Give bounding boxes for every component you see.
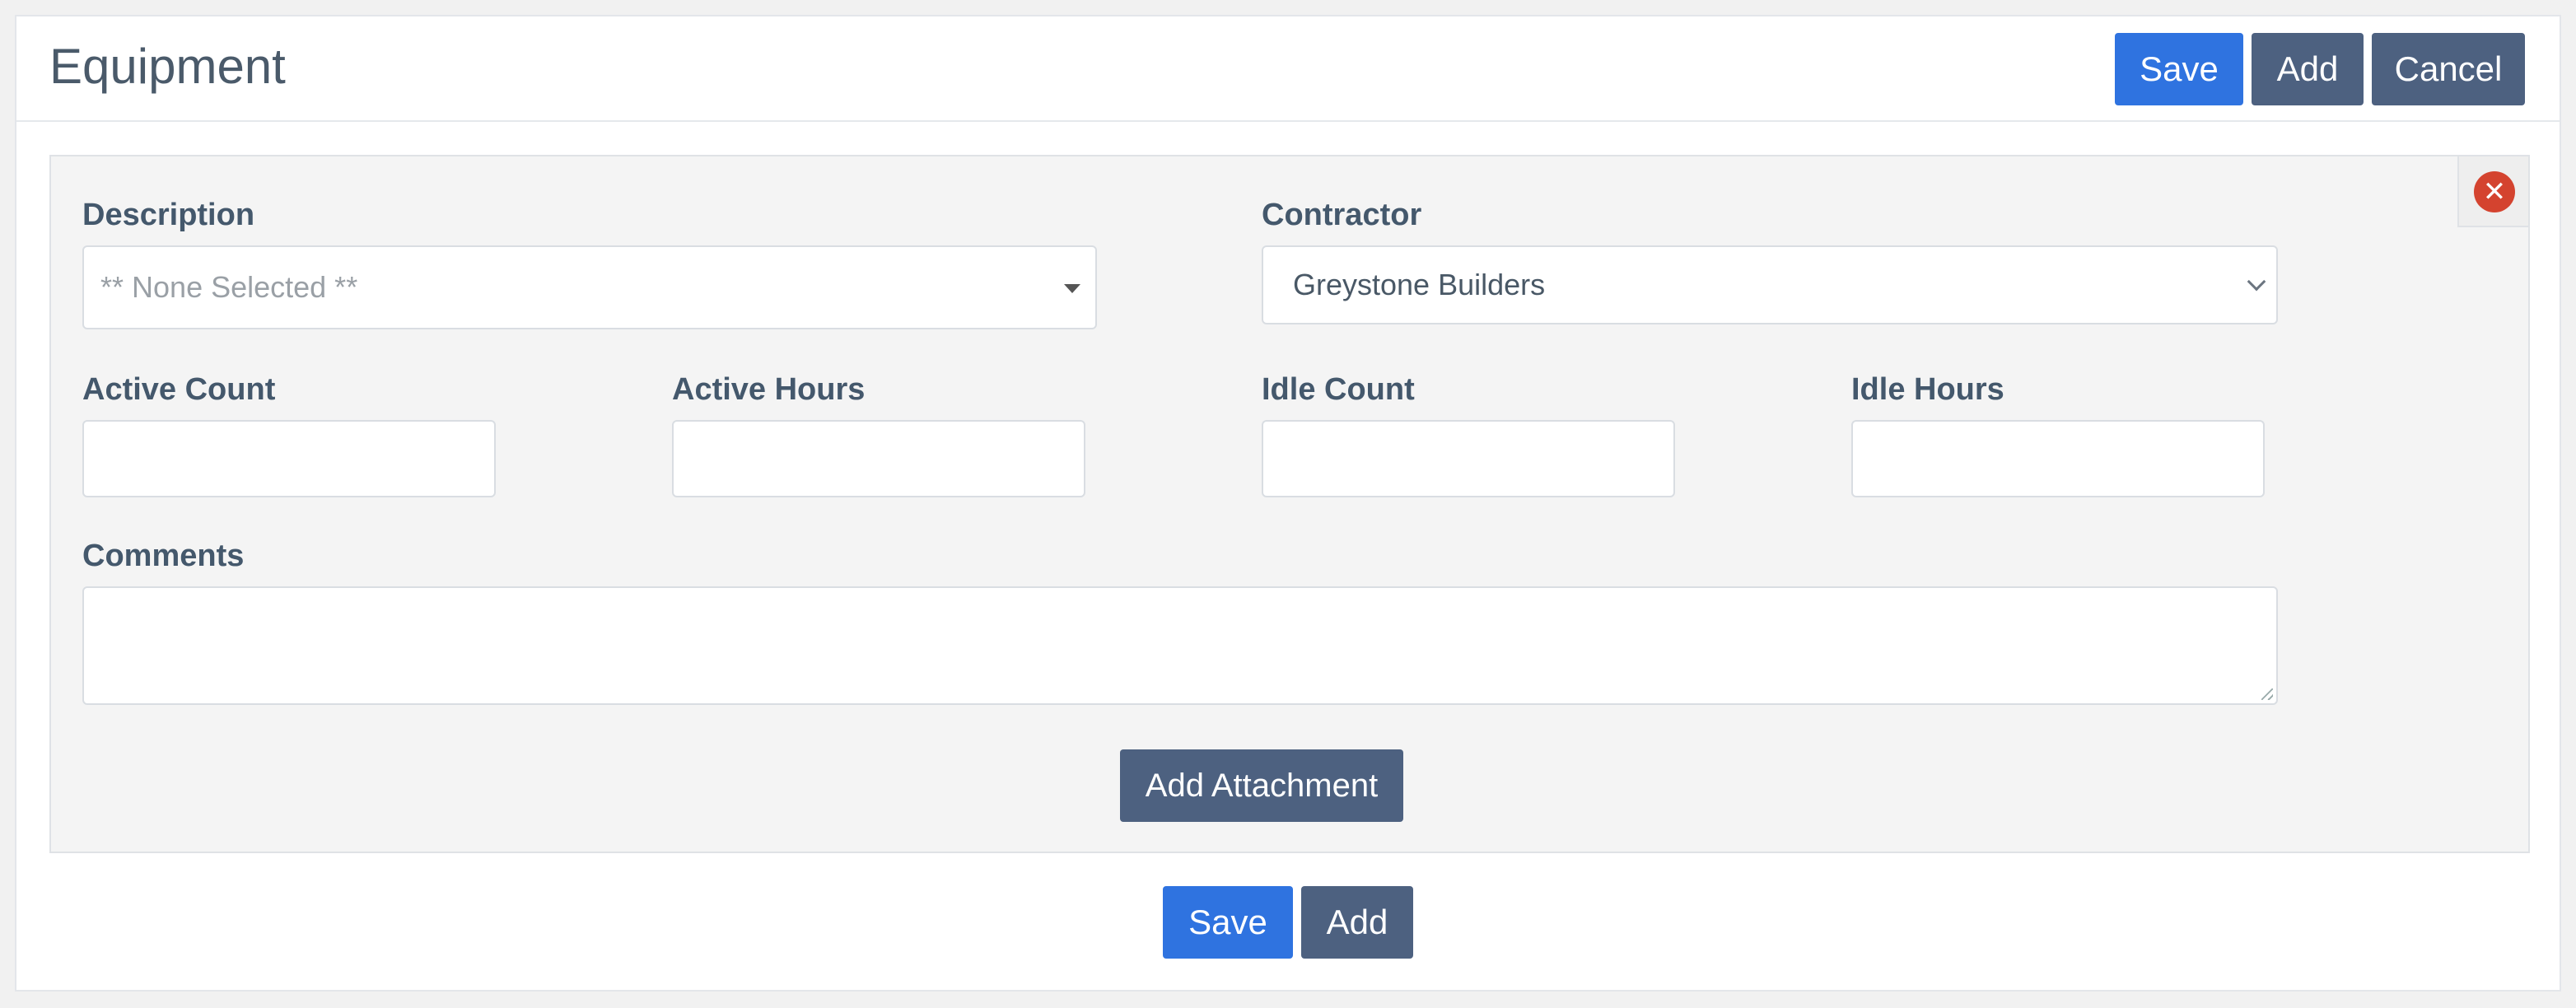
comments-label: Comments bbox=[82, 539, 245, 573]
header-cancel-button[interactable]: Cancel bbox=[2372, 33, 2525, 105]
description-label: Description bbox=[82, 198, 255, 232]
header-add-button[interactable]: Add bbox=[2252, 33, 2364, 105]
active-count-label: Active Count bbox=[82, 372, 276, 407]
description-placeholder: ** None Selected ** bbox=[100, 270, 358, 304]
equipment-card: Equipment Save Add Cancel ✕ Description … bbox=[15, 15, 2561, 992]
idle-hours-label: Idle Hours bbox=[1851, 372, 2004, 407]
page-title: Equipment bbox=[49, 39, 286, 94]
active-hours-label: Active Hours bbox=[672, 372, 866, 407]
footer-save-button[interactable]: Save bbox=[1163, 886, 1293, 959]
description-select[interactable]: ** None Selected ** bbox=[82, 245, 1097, 329]
idle-count-label: Idle Count bbox=[1262, 372, 1415, 407]
idle-hours-input[interactable] bbox=[1851, 420, 2265, 497]
header-save-button[interactable]: Save bbox=[2115, 33, 2243, 105]
idle-count-input[interactable] bbox=[1262, 420, 1675, 497]
contractor-value: Greystone Builders bbox=[1293, 268, 1546, 301]
active-hours-input[interactable] bbox=[672, 420, 1085, 497]
chevron-down-icon bbox=[2247, 272, 2266, 292]
remove-entry-button[interactable]: ✕ bbox=[2457, 156, 2528, 227]
caret-down-icon bbox=[1064, 284, 1080, 293]
contractor-label: Contractor bbox=[1262, 198, 1422, 232]
card-header: Equipment Save Add Cancel bbox=[16, 16, 2560, 122]
comments-textarea[interactable] bbox=[82, 586, 2278, 705]
resize-handle-icon[interactable] bbox=[2261, 688, 2273, 700]
contractor-select[interactable]: Greystone Builders bbox=[1262, 245, 2278, 324]
equipment-entry-panel: ✕ Description ** None Selected ** Contra… bbox=[49, 155, 2530, 853]
active-count-input[interactable] bbox=[82, 420, 496, 497]
close-circle-icon: ✕ bbox=[2474, 171, 2515, 212]
footer-add-button[interactable]: Add bbox=[1301, 886, 1413, 959]
add-attachment-button[interactable]: Add Attachment bbox=[1120, 749, 1403, 822]
